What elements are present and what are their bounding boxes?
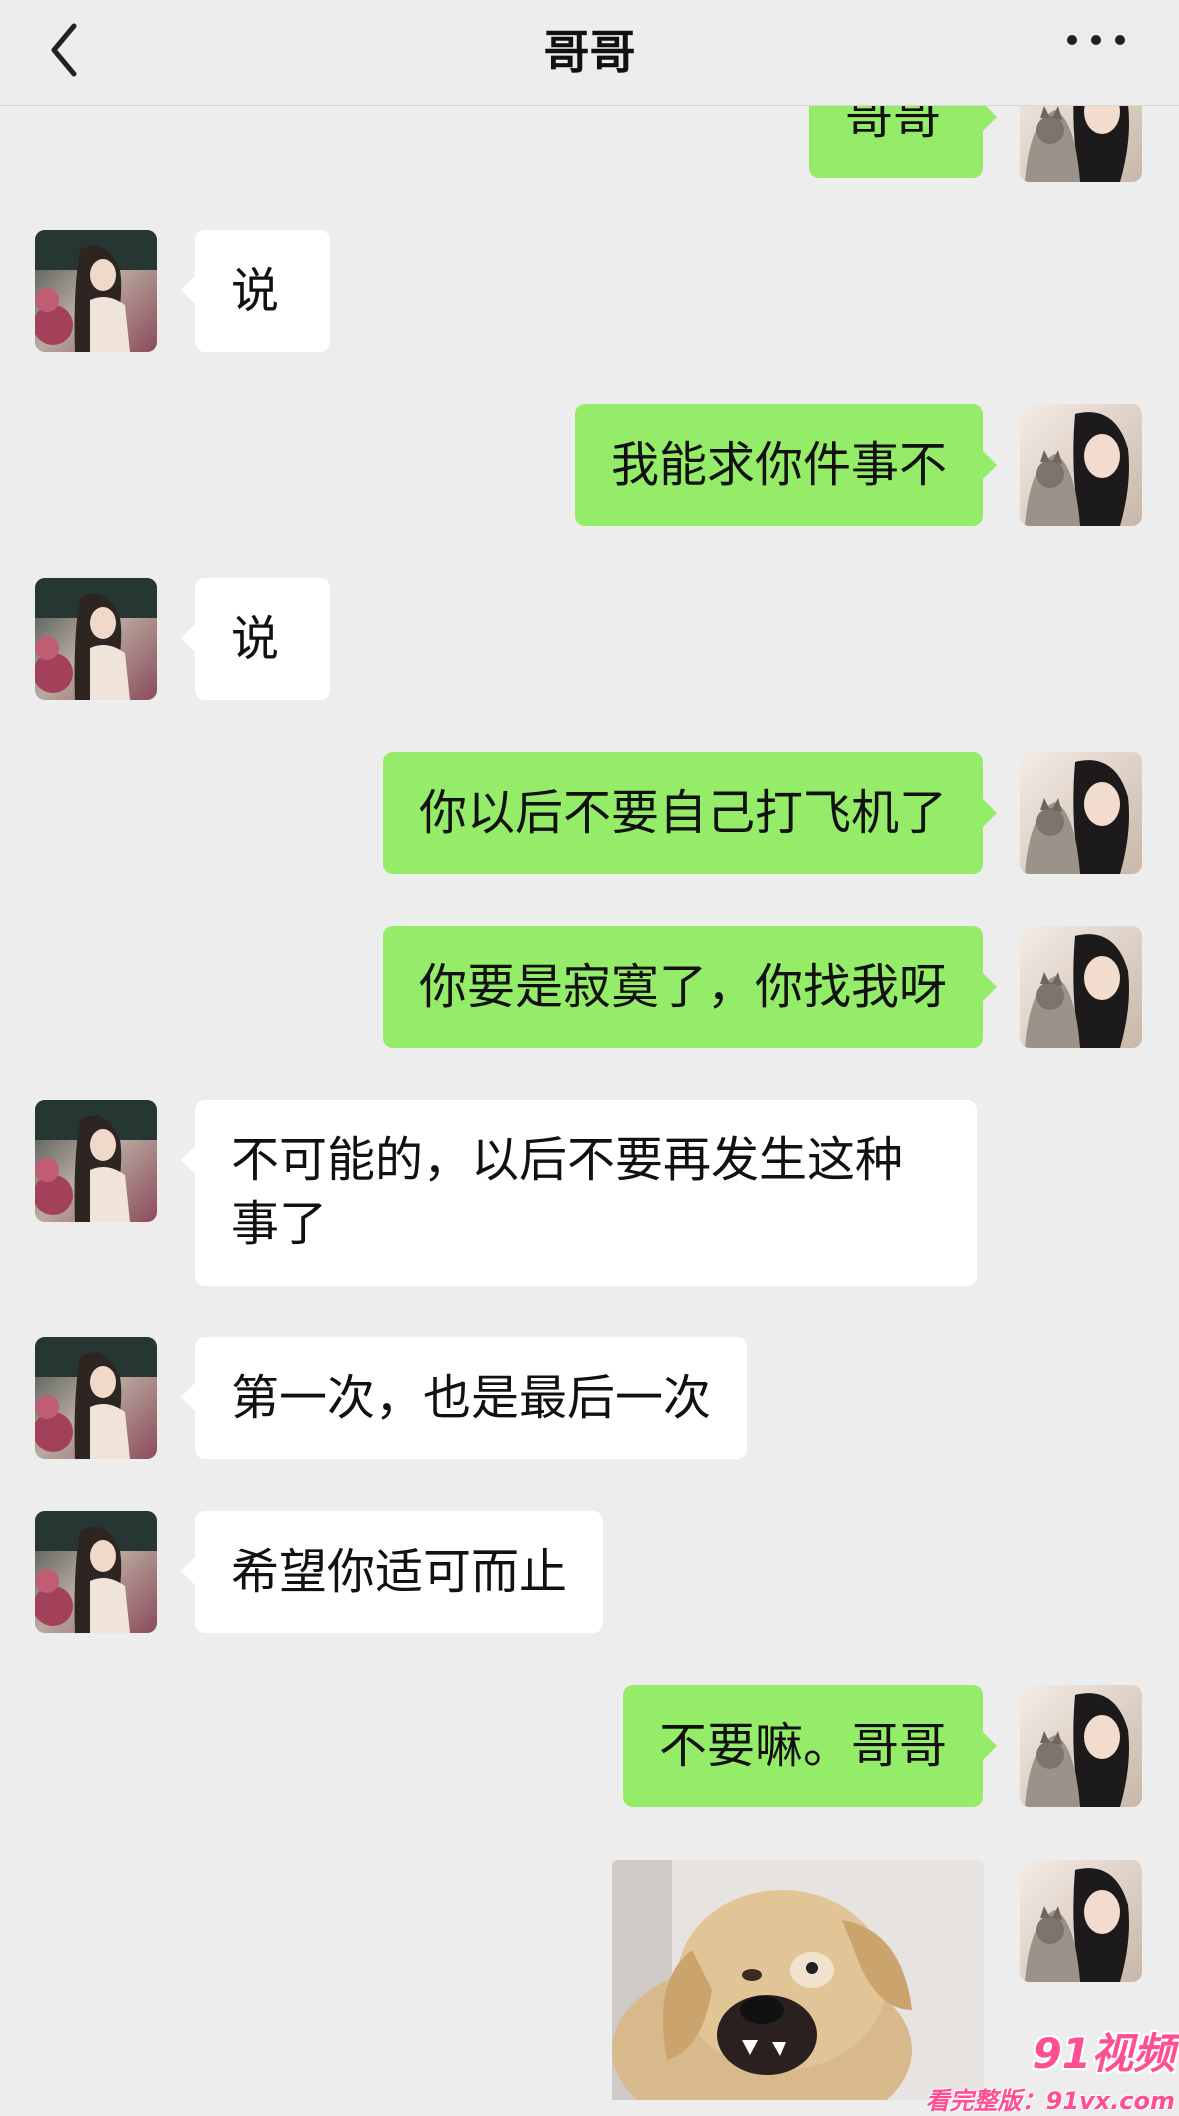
contact-avatar[interactable] xyxy=(35,230,157,352)
more-dots-icon xyxy=(1067,35,1125,45)
message-bubble-sent[interactable]: 我能求你件事不 xyxy=(574,404,998,526)
watermark: 91视频 看完整版：91vx.com xyxy=(925,2020,1175,2115)
message-bubble-received[interactable]: 第一次，也是最后一次 xyxy=(180,1337,748,1459)
my-avatar[interactable] xyxy=(1020,404,1142,526)
watermark-brand: 91视频 xyxy=(1032,2029,1175,2078)
message-bubble-received[interactable]: 不可能的，以后不要再发生这种事了 xyxy=(181,1100,977,1286)
my-avatar[interactable] xyxy=(1020,926,1142,1048)
message-bubble-sent[interactable]: 你以后不要自己打飞机了 xyxy=(382,752,998,874)
my-avatar[interactable] xyxy=(1020,1860,1142,1982)
message-bubble-sent[interactable]: 你要是寂寞了，你找我呀 xyxy=(382,926,998,1048)
contact-avatar[interactable] xyxy=(35,1100,157,1222)
message-bubble-received[interactable]: 希望你适可而止 xyxy=(180,1511,604,1633)
contact-avatar[interactable] xyxy=(35,578,157,700)
chat-header: 哥哥 xyxy=(0,0,1179,106)
message-bubble-sent[interactable]: 不要嘛。哥哥 xyxy=(622,1685,998,1807)
contact-avatar[interactable] xyxy=(35,1511,157,1633)
chat-title: 哥哥 xyxy=(543,25,636,79)
message-bubble-received[interactable]: 说 xyxy=(181,578,330,700)
message-bubble-received[interactable]: 说 xyxy=(181,230,330,352)
contact-avatar[interactable] xyxy=(35,1337,157,1459)
more-options-button[interactable] xyxy=(1060,12,1140,82)
watermark-url: 看完整版：91vx.com xyxy=(925,2087,1175,2115)
my-avatar[interactable] xyxy=(1020,752,1142,874)
my-avatar[interactable] xyxy=(1020,1685,1142,1807)
